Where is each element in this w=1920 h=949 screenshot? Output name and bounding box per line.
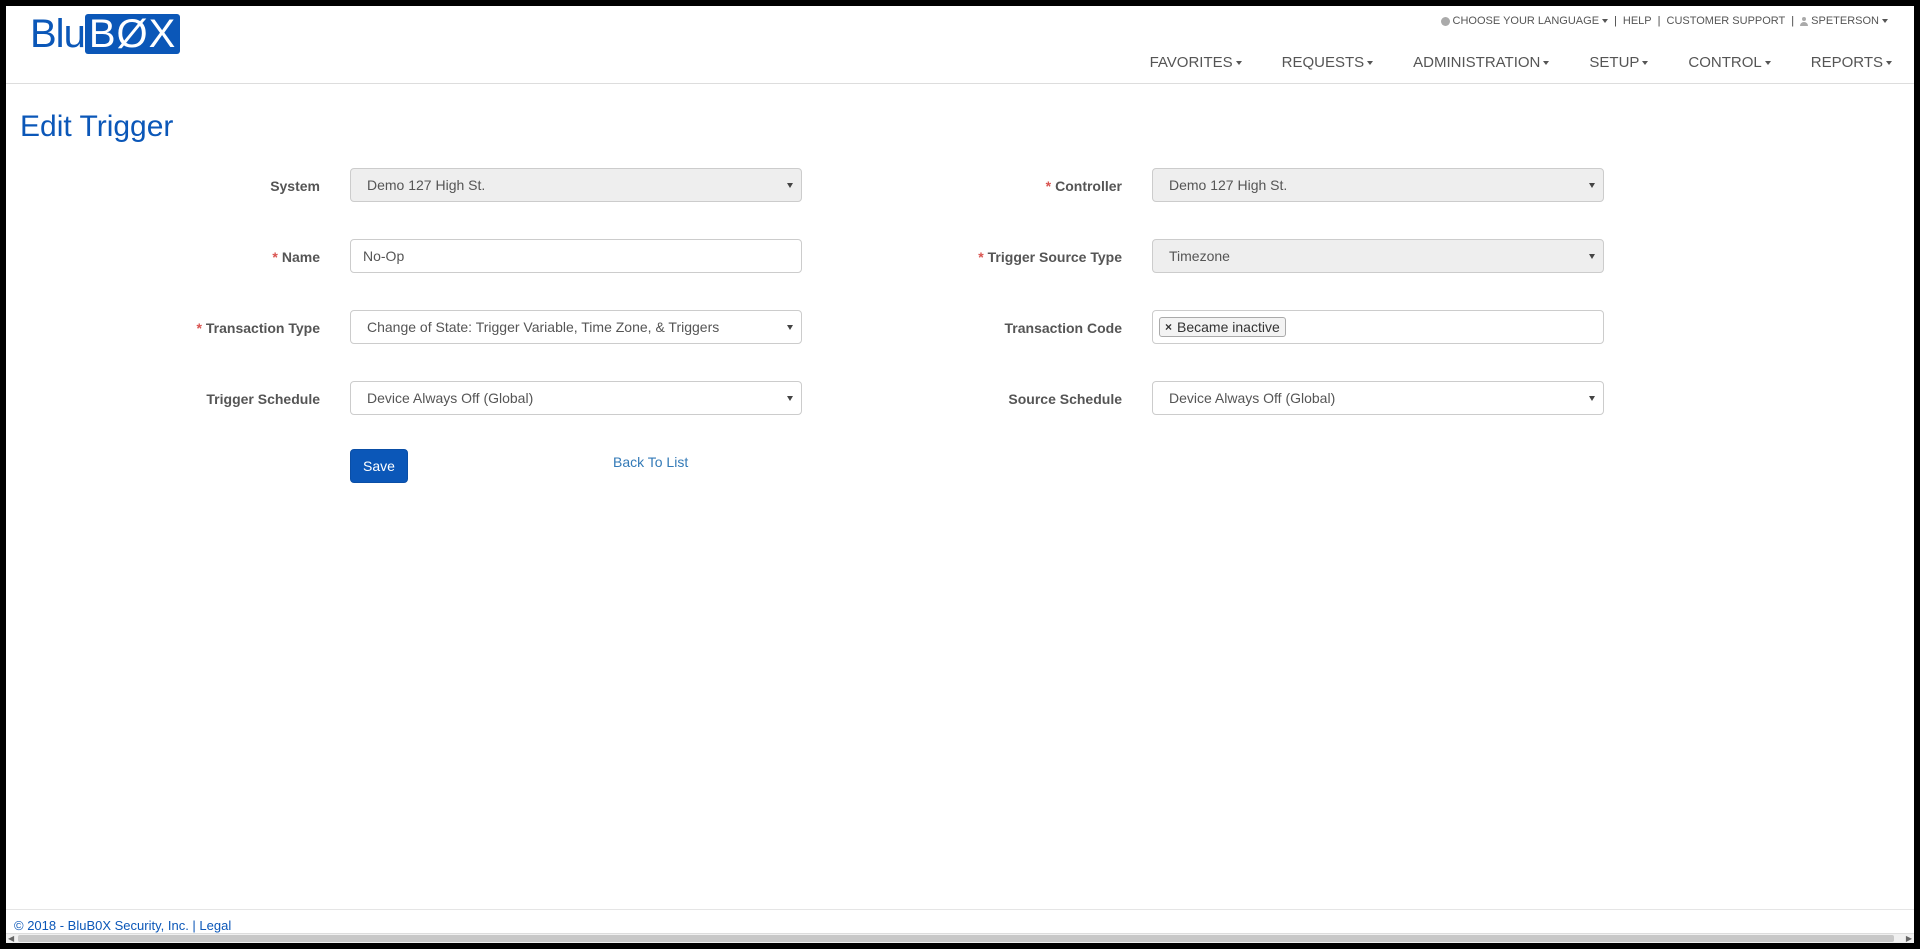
transaction-code-tag-text: Became inactive — [1177, 319, 1280, 335]
trigger-source-type-value: Timezone — [1169, 248, 1230, 264]
dropdown-arrow-icon — [787, 396, 793, 401]
trigger-source-type-label: * Trigger Source Type — [822, 249, 1122, 265]
name-input-value: No-Op — [363, 248, 405, 264]
transaction-type-label: * Transaction Type — [20, 320, 320, 336]
main-nav: FAVORITES REQUESTS ADMINISTRATION SETUP … — [1110, 54, 1892, 71]
user-menu[interactable]: SPETERSON — [1800, 15, 1888, 27]
nav-administration-label: ADMINISTRATION — [1413, 54, 1541, 71]
chevron-down-icon — [1367, 60, 1374, 65]
transaction-type-value: Change of State: Trigger Variable, Time … — [367, 319, 720, 335]
chevron-down-icon — [1602, 19, 1609, 23]
page-title: Edit Trigger — [20, 110, 174, 143]
nav-setup-label: SETUP — [1589, 54, 1640, 71]
utility-nav: CHOOSE YOUR LANGUAGE | HELP | CUSTOMER S… — [1440, 15, 1888, 27]
horizontal-scrollbar[interactable]: ◀ ▶ — [6, 933, 1914, 943]
system-label-text: System — [270, 178, 320, 194]
chevron-down-icon — [1235, 60, 1242, 65]
dropdown-arrow-icon — [1589, 183, 1595, 188]
controller-select[interactable]: Demo 127 High St. — [1152, 168, 1604, 202]
header: Blu BØX CHOOSE YOUR LANGUAGE | HELP | CU… — [6, 6, 1914, 84]
chevron-down-icon — [1764, 60, 1771, 65]
footer-copyright[interactable]: © 2018 - BluB0X Security, Inc. | Legal — [14, 918, 231, 933]
browser-frame: Blu BØX CHOOSE YOUR LANGUAGE | HELP | CU… — [4, 4, 1916, 945]
transaction-code-multiselect[interactable]: × Became inactive — [1152, 310, 1604, 344]
dropdown-arrow-icon — [787, 325, 793, 330]
transaction-type-select[interactable]: Change of State: Trigger Variable, Time … — [350, 310, 802, 344]
dropdown-arrow-icon — [787, 183, 793, 188]
required-marker: * — [272, 249, 278, 265]
name-label-text: Name — [281, 249, 320, 265]
nav-reports-label: REPORTS — [1810, 54, 1883, 71]
remove-tag-icon[interactable]: × — [1165, 320, 1172, 334]
system-select-value: Demo 127 High St. — [367, 177, 486, 193]
nav-control[interactable]: CONTROL — [1688, 54, 1771, 71]
dropdown-arrow-icon — [1589, 254, 1595, 259]
language-dropdown[interactable]: CHOOSE YOUR LANGUAGE — [1440, 15, 1609, 27]
nav-reports[interactable]: REPORTS — [1811, 54, 1892, 71]
separator: | — [1614, 15, 1617, 27]
controller-select-value: Demo 127 High St. — [1169, 177, 1288, 193]
dropdown-arrow-icon — [1589, 396, 1595, 401]
separator: | — [1791, 15, 1795, 27]
trigger-source-type-label-text: Trigger Source Type — [987, 249, 1122, 265]
save-button[interactable]: Save — [350, 449, 408, 483]
globe-icon — [1440, 16, 1450, 26]
user-name: SPETERSON — [1811, 15, 1879, 27]
help-link[interactable]: HELP — [1623, 15, 1652, 27]
required-marker: * — [196, 320, 202, 336]
trigger-schedule-select[interactable]: Device Always Off (Global) — [350, 381, 802, 415]
controller-label: * Controller — [822, 178, 1122, 194]
logo-text-blu: Blu — [30, 12, 86, 56]
chevron-down-icon — [1882, 19, 1888, 23]
source-schedule-value: Device Always Off (Global) — [1169, 390, 1336, 406]
separator: | — [1657, 15, 1661, 27]
transaction-code-label-text: Transaction Code — [1004, 320, 1122, 336]
source-schedule-label-text: Source Schedule — [1008, 391, 1122, 407]
system-select[interactable]: Demo 127 High St. — [350, 168, 802, 202]
nav-control-label: CONTROL — [1688, 54, 1762, 71]
source-schedule-select[interactable]: Device Always Off (Global) — [1152, 381, 1604, 415]
nav-setup[interactable]: SETUP — [1589, 54, 1649, 71]
back-to-list-link[interactable]: Back To List — [613, 454, 688, 470]
chevron-down-icon — [1642, 60, 1649, 65]
transaction-code-label: Transaction Code — [822, 320, 1122, 336]
customer-support-link[interactable]: CUSTOMER SUPPORT — [1667, 15, 1786, 27]
trigger-schedule-value: Device Always Off (Global) — [367, 390, 534, 406]
system-label: System — [20, 178, 320, 194]
logo-text-box: BØX — [84, 14, 181, 54]
scroll-right-icon[interactable]: ▶ — [1906, 935, 1912, 943]
nav-requests[interactable]: REQUESTS — [1282, 54, 1374, 71]
transaction-code-tag: × Became inactive — [1159, 317, 1286, 337]
transaction-type-label-text: Transaction Type — [205, 320, 320, 336]
required-marker: * — [1045, 178, 1052, 194]
trigger-source-type-select[interactable]: Timezone — [1152, 239, 1604, 273]
language-label: CHOOSE YOUR LANGUAGE — [1452, 15, 1600, 27]
trigger-schedule-label-text: Trigger Schedule — [206, 391, 320, 407]
name-input[interactable]: No-Op — [350, 239, 802, 273]
blubox-logo[interactable]: Blu BØX — [30, 12, 181, 56]
user-icon — [1800, 16, 1809, 26]
controller-label-text: Controller — [1055, 178, 1122, 194]
nav-requests-label: REQUESTS — [1281, 54, 1365, 71]
required-marker: * — [978, 249, 984, 265]
nav-administration[interactable]: ADMINISTRATION — [1413, 54, 1550, 71]
nav-favorites-label: FAVORITES — [1149, 54, 1233, 71]
chevron-down-icon — [1543, 60, 1550, 65]
name-label: * Name — [20, 249, 320, 265]
chevron-down-icon — [1886, 60, 1892, 65]
source-schedule-label: Source Schedule — [822, 391, 1122, 407]
scrollbar-thumb[interactable] — [18, 935, 1894, 942]
scroll-left-icon[interactable]: ◀ — [8, 935, 14, 943]
trigger-schedule-label: Trigger Schedule — [20, 391, 320, 407]
nav-favorites[interactable]: FAVORITES — [1150, 54, 1242, 71]
